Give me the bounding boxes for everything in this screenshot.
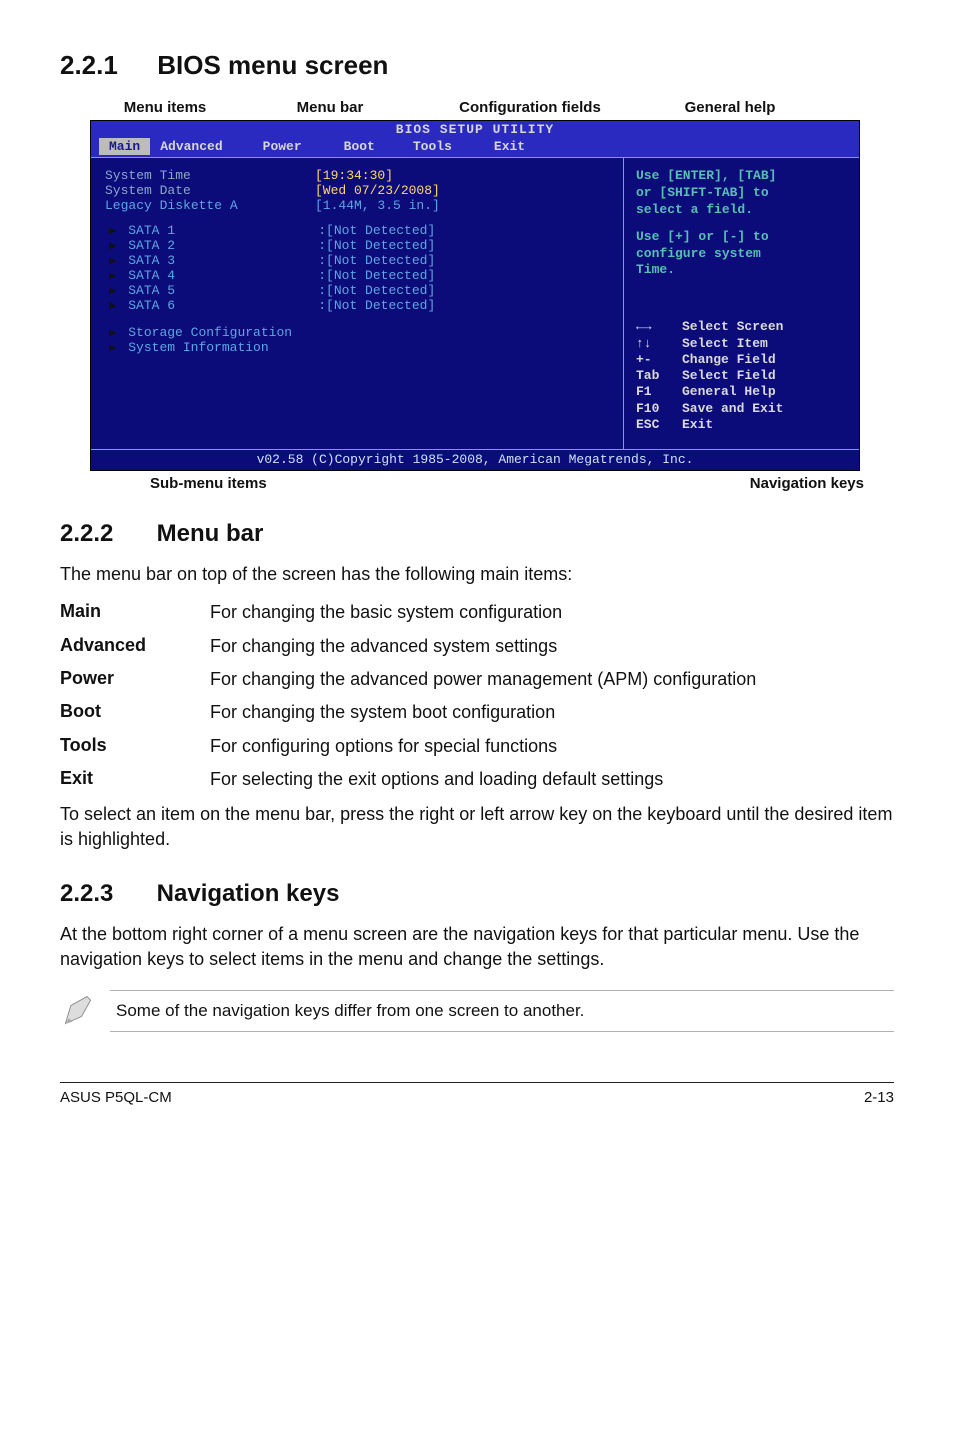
annotation-row-bottom: Sub-menu items Navigation keys — [120, 475, 884, 492]
triangle-icon: ▶ — [109, 298, 116, 313]
submenu-list: ▶Storage Configuration ▶System Informati… — [105, 325, 609, 355]
heading-222: 2.2.2 Menu bar — [60, 520, 894, 548]
sec-num-223: 2.2.3 — [60, 880, 150, 908]
tab-power[interactable]: Power — [253, 138, 312, 155]
bios-screen: BIOS SETUP UTILITY Main Advanced Power B… — [90, 120, 860, 471]
intro-222: The menu bar on top of the screen has th… — [60, 562, 894, 587]
note-row: Some of the navigation keys differ from … — [60, 990, 894, 1032]
sec-title-223: Navigation keys — [157, 880, 340, 907]
submenu-system-info[interactable]: ▶System Information — [105, 340, 609, 355]
page-footer: ASUS P5QL-CM 2-13 — [60, 1082, 894, 1106]
triangle-icon: ▶ — [109, 253, 116, 268]
label-nav-keys: Navigation keys — [520, 475, 884, 492]
table-row: AdvancedFor changing the advanced system… — [60, 635, 894, 658]
sec-num-222: 2.2.2 — [60, 520, 150, 548]
table-row: PowerFor changing the advanced power man… — [60, 668, 894, 691]
bios-title: BIOS SETUP UTILITY — [91, 121, 859, 138]
label-submenu-items: Sub-menu items — [120, 475, 520, 492]
value-legacy-diskette: [1.44M, 3.5 in.] — [315, 198, 440, 213]
table-row: ExitFor selecting the exit options and l… — [60, 768, 894, 791]
triangle-icon: ▶ — [109, 325, 116, 340]
bios-right-pane: Use [ENTER], [TAB] or [SHIFT-TAB] to sel… — [624, 157, 859, 449]
triangle-icon: ▶ — [109, 283, 116, 298]
outro-222: To select an item on the menu bar, press… — [60, 802, 894, 852]
sata-row[interactable]: ▶SATA 1:[Not Detected] — [105, 223, 609, 238]
sec-title-222: Menu bar — [157, 520, 264, 547]
table-row: MainFor changing the basic system config… — [60, 601, 894, 624]
body-223: At the bottom right corner of a menu scr… — [60, 922, 894, 972]
sata-row[interactable]: ▶SATA 2:[Not Detected] — [105, 238, 609, 253]
heading-221: 2.2.1 BIOS menu screen — [60, 50, 894, 81]
tab-boot[interactable]: Boot — [334, 138, 385, 155]
value-system-date: [Wed 07/23/2008] — [315, 183, 440, 198]
bios-footer: v02.58 (C)Copyright 1985-2008, American … — [91, 449, 859, 470]
label-menu-bar: Menu bar — [240, 99, 420, 116]
nav-keys-block: ←→Select Screen ↑↓Select Item +-Change F… — [636, 319, 849, 433]
footer-left: ASUS P5QL-CM — [60, 1089, 172, 1106]
table-row: ToolsFor configuring options for special… — [60, 735, 894, 758]
menubar-items-table: MainFor changing the basic system config… — [60, 601, 894, 791]
sata-row[interactable]: ▶SATA 5:[Not Detected] — [105, 283, 609, 298]
tab-tools[interactable]: Tools — [403, 138, 462, 155]
label-menu-items: Menu items — [90, 99, 240, 116]
tab-exit[interactable]: Exit — [484, 138, 535, 155]
triangle-icon: ▶ — [109, 223, 116, 238]
label-legacy-diskette: Legacy Diskette A — [105, 198, 315, 213]
field-legacy-diskette[interactable]: Legacy Diskette A [1.44M, 3.5 in.] — [105, 198, 609, 213]
label-general-help: General help — [640, 99, 820, 116]
field-system-time[interactable]: System Time [19:34:30] — [105, 168, 609, 183]
triangle-icon: ▶ — [109, 238, 116, 253]
annotation-row-top: Menu items Menu bar Configuration fields… — [90, 99, 884, 116]
sata-list: ▶SATA 1:[Not Detected] ▶SATA 2:[Not Dete… — [105, 223, 609, 313]
sata-row[interactable]: ▶SATA 6:[Not Detected] — [105, 298, 609, 313]
table-row: BootFor changing the system boot configu… — [60, 701, 894, 724]
sata-row[interactable]: ▶SATA 3:[Not Detected] — [105, 253, 609, 268]
heading-223: 2.2.3 Navigation keys — [60, 880, 894, 908]
help-text: Use [ENTER], [TAB] or [SHIFT-TAB] to sel… — [636, 168, 849, 279]
tab-main[interactable]: Main — [99, 138, 150, 155]
bios-left-pane: System Time [19:34:30] System Date [Wed … — [91, 157, 624, 449]
value-system-time: [19:34:30] — [315, 168, 393, 183]
pencil-icon — [60, 993, 96, 1029]
tab-advanced[interactable]: Advanced — [150, 138, 232, 155]
sec-title-221: BIOS menu screen — [157, 50, 388, 80]
sec-num-221: 2.2.1 — [60, 50, 150, 81]
bios-menu-bar: Main Advanced Power Boot Tools Exit — [91, 138, 859, 157]
label-system-time: System Time — [105, 168, 315, 183]
triangle-icon: ▶ — [109, 340, 116, 355]
sata-row[interactable]: ▶SATA 4:[Not Detected] — [105, 268, 609, 283]
label-config-fields: Configuration fields — [420, 99, 640, 116]
note-text: Some of the navigation keys differ from … — [110, 990, 894, 1032]
footer-right: 2-13 — [864, 1089, 894, 1106]
submenu-storage-config[interactable]: ▶Storage Configuration — [105, 325, 609, 340]
field-system-date[interactable]: System Date [Wed 07/23/2008] — [105, 183, 609, 198]
triangle-icon: ▶ — [109, 268, 116, 283]
label-system-date: System Date — [105, 183, 315, 198]
